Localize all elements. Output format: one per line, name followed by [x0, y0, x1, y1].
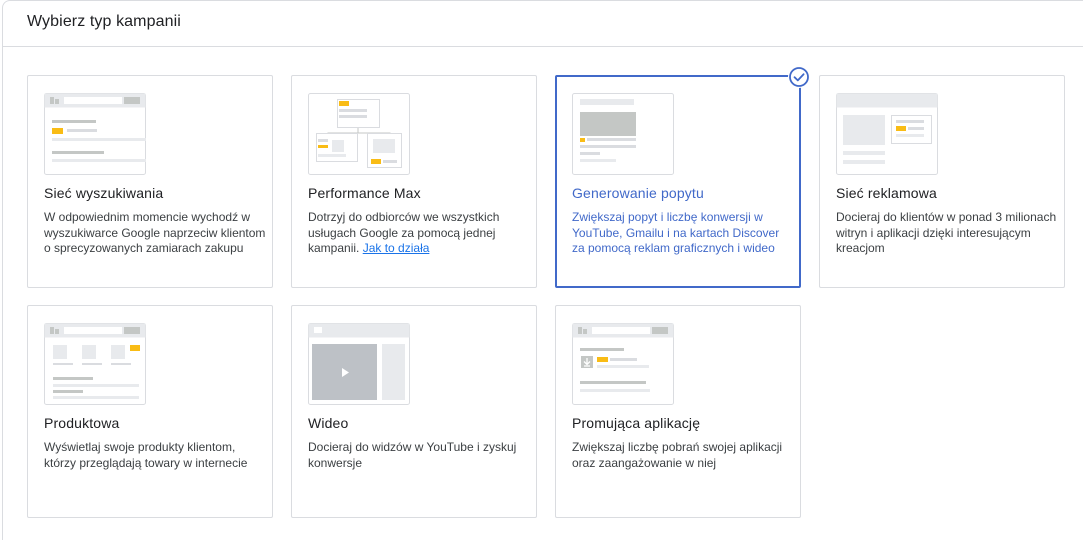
campaign-description: W odpowiednim momencie wychodź w wyszuki… [44, 210, 266, 255]
shopping-illustration-icon [44, 323, 146, 405]
campaign-card-demand-gen[interactable]: Generowanie popytu Zwiększaj popyt i lic… [555, 75, 801, 288]
selected-check-icon [788, 66, 810, 88]
campaign-card-video[interactable]: Wideo Docieraj do widzów w YouTube i zys… [291, 305, 537, 518]
video-illustration-icon [308, 323, 410, 405]
campaign-title: Sieć wyszukiwania [44, 185, 164, 201]
demand-gen-illustration-icon [572, 93, 674, 175]
campaign-description: Docieraj do klientów w ponad 3 milionach… [836, 210, 1057, 255]
campaign-title: Produktowa [44, 415, 120, 431]
campaign-title: Wideo [308, 415, 349, 431]
campaign-description: Wyświetlaj swoje produkty klientom, któr… [44, 440, 248, 470]
campaign-card-shopping[interactable]: Produktowa Wyświetlaj swoje produkty kli… [27, 305, 273, 518]
campaign-card-display[interactable]: Sieć reklamowa Docieraj do klientów w po… [819, 75, 1065, 288]
campaign-title: Promująca aplikację [572, 415, 701, 431]
campaign-description: Docieraj do widzów w YouTube i zyskuj ko… [308, 440, 517, 470]
campaign-description: Zwiększaj liczbę pobrań swojej aplikacji… [572, 440, 783, 470]
search-illustration-icon [44, 93, 146, 175]
how-it-works-link[interactable]: Jak to działa [363, 241, 430, 255]
campaign-card-performance-max[interactable]: Performance Max Dotrzyj do odbiorców we … [291, 75, 537, 288]
panel-header: Wybierz typ kampanii [3, 1, 1083, 47]
campaign-description: Zwiększaj popyt i liczbę konwersji w You… [572, 210, 780, 255]
app-illustration-icon [572, 323, 674, 405]
campaign-card-search[interactable]: Sieć wyszukiwania W odpowiednim momencie… [27, 75, 273, 288]
performance-max-illustration-icon [308, 93, 410, 175]
display-illustration-icon [836, 93, 938, 175]
panel-title: Wybierz typ kampanii [27, 13, 181, 30]
campaign-description: Dotrzyj do odbiorców we wszystkich usług… [308, 210, 530, 257]
campaign-title: Sieć reklamowa [836, 185, 937, 201]
campaign-title: Generowanie popytu [572, 185, 704, 201]
campaign-title: Performance Max [308, 185, 421, 201]
campaign-card-app[interactable]: Promująca aplikację Zwiększaj liczbę pob… [555, 305, 801, 518]
